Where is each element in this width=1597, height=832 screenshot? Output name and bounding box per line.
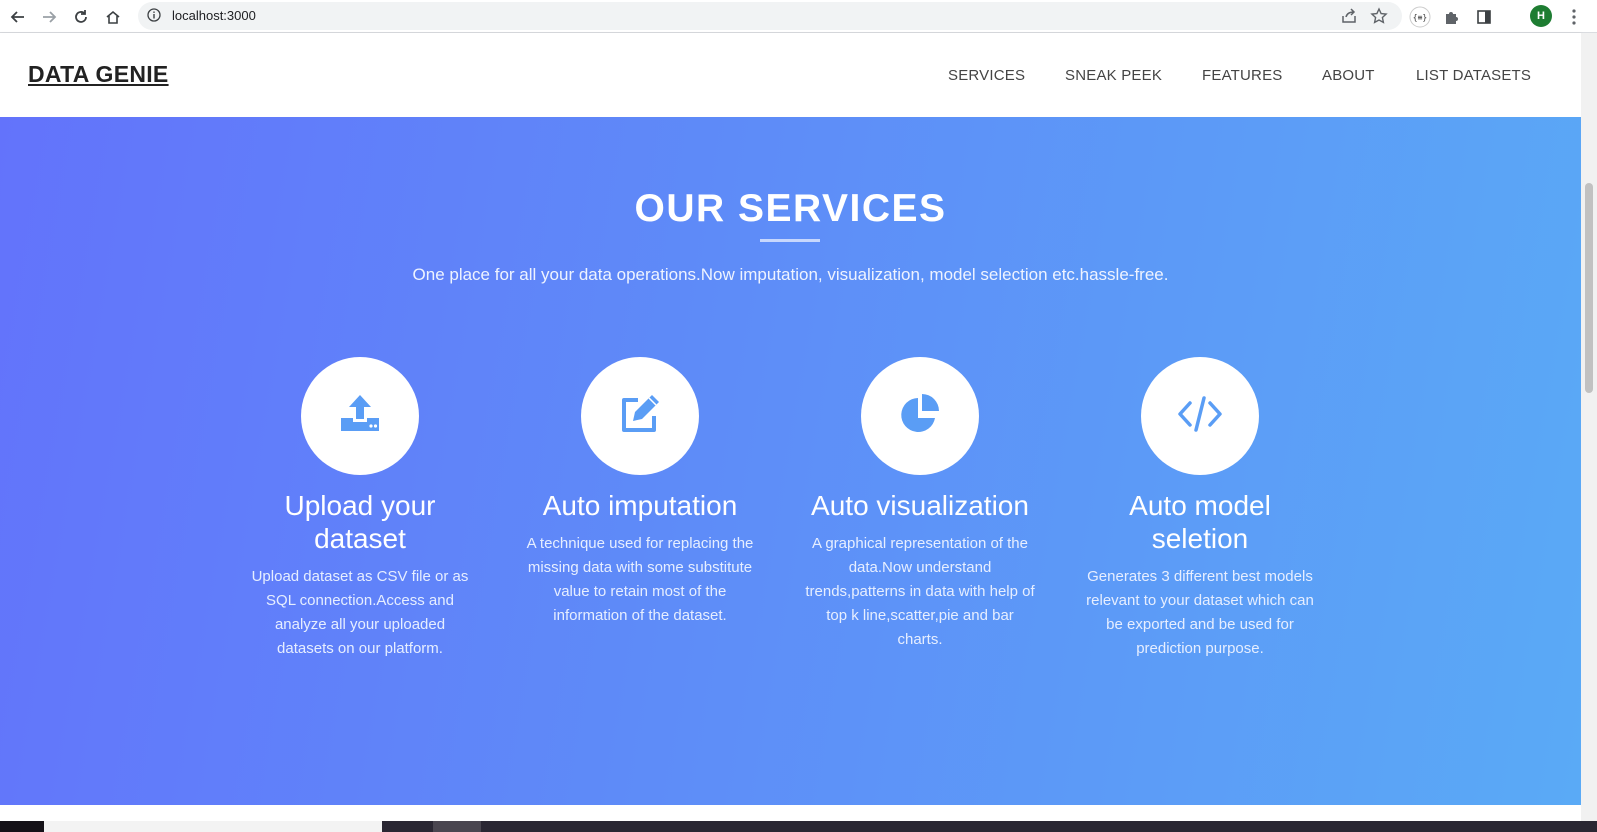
service-description: A technique used for replacing the missi…: [526, 535, 754, 624]
service-title: Auto visualization: [811, 490, 1029, 521]
os-taskbar: [0, 821, 1597, 832]
profile-avatar[interactable]: H: [1530, 5, 1552, 27]
nav-link-features[interactable]: FEATURES: [1202, 67, 1283, 84]
start-button[interactable]: [0, 821, 44, 832]
back-icon[interactable]: [6, 5, 30, 29]
forward-icon[interactable]: [37, 5, 61, 29]
service-icon-circle: [581, 357, 699, 475]
title-divider: [760, 239, 820, 242]
service-card-model-selection: Auto model seletion Generates 3 differen…: [1085, 357, 1315, 661]
nav-link-sneak-peek[interactable]: SNEAK PEEK: [1065, 67, 1162, 84]
svg-text:{≡}: {≡}: [1413, 13, 1427, 22]
scrollbar-thumb[interactable]: [1585, 183, 1593, 393]
home-icon[interactable]: [101, 5, 125, 29]
bookmark-star-icon[interactable]: [1370, 7, 1388, 30]
taskbar-search-box[interactable]: [44, 821, 382, 832]
nav-link-about[interactable]: ABOUT: [1322, 67, 1375, 84]
browser-toolbar: localhost:3000 {≡} H: [0, 0, 1597, 33]
section-title: OUR SERVICES: [634, 187, 947, 230]
pie-chart-icon: [898, 392, 942, 441]
service-icon-circle: [1141, 357, 1259, 475]
address-bar[interactable]: localhost:3000: [138, 2, 1402, 30]
service-description: Upload dataset as CSV file or as SQL con…: [251, 568, 469, 657]
taskbar-app-button[interactable]: [433, 821, 481, 832]
site-header: DATA GENIE SERVICES SNEAK PEEK FEATURES …: [0, 33, 1581, 117]
service-description: A graphical representation of the data.N…: [805, 535, 1035, 648]
url-text[interactable]: localhost:3000: [172, 8, 256, 23]
reload-icon[interactable]: [69, 5, 93, 29]
upload-icon: [338, 392, 382, 441]
page-scrollbar[interactable]: [1581, 33, 1597, 821]
brand-logo-link[interactable]: DATA GENIE: [28, 61, 169, 88]
service-title: Auto model seletion: [1129, 490, 1271, 554]
extensions-puzzle-icon[interactable]: [1440, 5, 1464, 29]
service-card-imputation: Auto imputation A technique used for rep…: [525, 357, 755, 628]
service-title: Auto imputation: [542, 490, 738, 521]
service-card-upload: Upload your dataset Upload dataset as CS…: [245, 357, 475, 661]
section-subtitle: One place for all your data operations.N…: [412, 265, 1169, 284]
edit-icon: [618, 392, 662, 441]
service-icon-circle: [861, 357, 979, 475]
service-title: Upload your dataset: [284, 490, 436, 554]
more-menu-icon[interactable]: [1562, 5, 1586, 29]
service-card-visualization: Auto visualization A graphical represent…: [805, 357, 1035, 652]
service-icon-circle: [301, 357, 419, 475]
services-section: OUR SERVICES One place for all your data…: [0, 117, 1581, 805]
service-description: Generates 3 different best models releva…: [1086, 568, 1314, 657]
side-panel-icon[interactable]: [1472, 5, 1496, 29]
nav-link-services[interactable]: SERVICES: [948, 67, 1025, 84]
nav-link-list-datasets[interactable]: LIST DATASETS: [1416, 67, 1531, 84]
share-icon[interactable]: [1340, 7, 1358, 30]
code-icon: [1177, 394, 1223, 439]
info-icon[interactable]: [146, 7, 162, 28]
extension-json-icon[interactable]: {≡}: [1408, 5, 1432, 29]
